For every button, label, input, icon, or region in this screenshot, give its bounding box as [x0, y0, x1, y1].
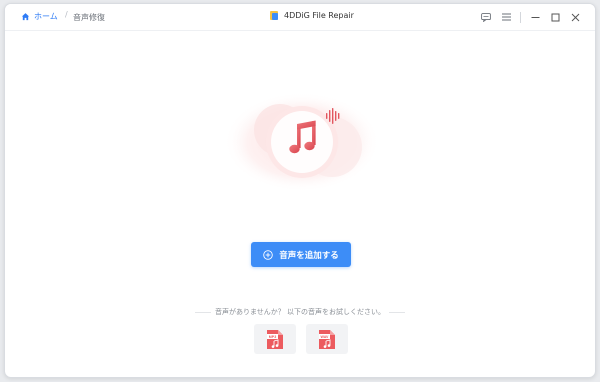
title-bar: ホーム / 音声修復 4DDiG File Repair — [5, 4, 595, 31]
window-controls — [476, 9, 585, 25]
sample-prompt-text: 音声がありませんか？ 以下の音声をお試しください。 — [214, 308, 385, 316]
menu-button[interactable] — [496, 9, 516, 25]
wav-file-icon: WAV — [319, 329, 335, 349]
app-window: ホーム / 音声修復 4DDiG File Repair 音声を追加する 音声が… — [4, 3, 596, 378]
minimize-button[interactable] — [525, 9, 545, 25]
sample-mp3-button[interactable]: MP3 — [254, 324, 296, 354]
wav-badge: WAV — [321, 335, 330, 339]
message-icon — [481, 12, 491, 22]
mp3-file-icon: MP3 — [267, 329, 283, 349]
maximize-button[interactable] — [545, 9, 565, 25]
add-audio-label: 音声を追加する — [279, 250, 339, 261]
breadcrumb-home-label: ホーム — [34, 12, 58, 21]
plus-circle-icon — [263, 249, 273, 260]
sample-wav-button[interactable]: WAV — [306, 324, 348, 354]
audio-illustration — [220, 92, 380, 192]
minimize-icon — [531, 16, 539, 18]
app-title-text: 4DDiG File Repair — [284, 11, 354, 20]
add-audio-button[interactable]: 音声を追加する — [251, 242, 351, 267]
breadcrumb-home[interactable]: ホーム — [21, 11, 58, 22]
app-title: 4DDiG File Repair — [269, 10, 354, 21]
app-logo-icon — [270, 11, 278, 20]
home-icon — [21, 13, 30, 21]
breadcrumb-separator: / — [65, 10, 68, 19]
maximize-icon — [551, 13, 559, 21]
sample-prompt: 音声がありませんか？ 以下の音声をお試しください。 — [195, 306, 405, 318]
close-button[interactable] — [565, 9, 585, 25]
titlebar-divider — [520, 11, 521, 23]
feedback-button[interactable] — [476, 9, 496, 25]
divider-right — [389, 311, 405, 313]
breadcrumb-current: 音声修復 — [73, 13, 105, 22]
divider-left — [195, 311, 211, 313]
close-icon — [571, 13, 579, 21]
menu-icon — [501, 13, 511, 21]
mp3-badge: MP3 — [269, 335, 276, 339]
